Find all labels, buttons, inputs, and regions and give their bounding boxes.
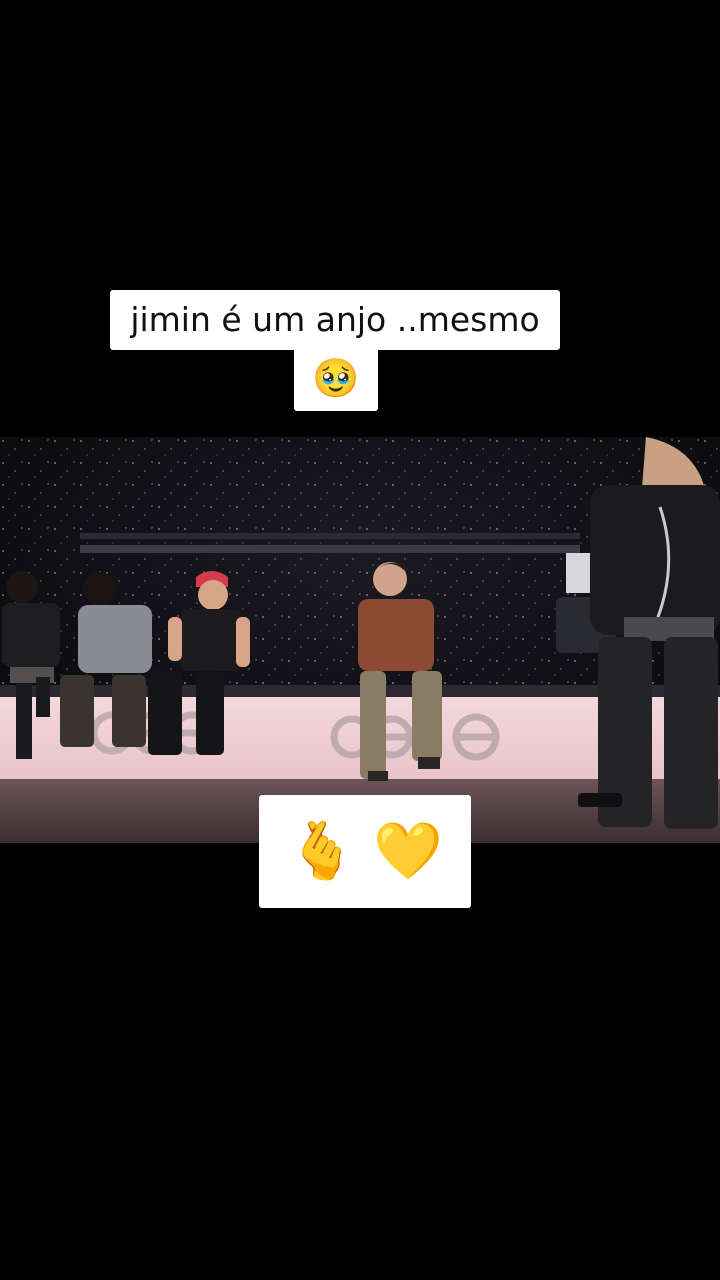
finger-heart-emoji: 🫰 — [287, 818, 357, 884]
stage-scene — [0, 437, 720, 843]
yellow-heart-emoji: 💛 — [373, 818, 443, 884]
video-frame[interactable] — [0, 437, 720, 843]
video-caption: jimin é um anjo ..mesmo — [110, 290, 560, 350]
stage-truss — [80, 545, 580, 553]
caption-emoji: 🥹 — [294, 345, 378, 411]
emoji-sticker: 🫰 💛 — [259, 795, 471, 908]
